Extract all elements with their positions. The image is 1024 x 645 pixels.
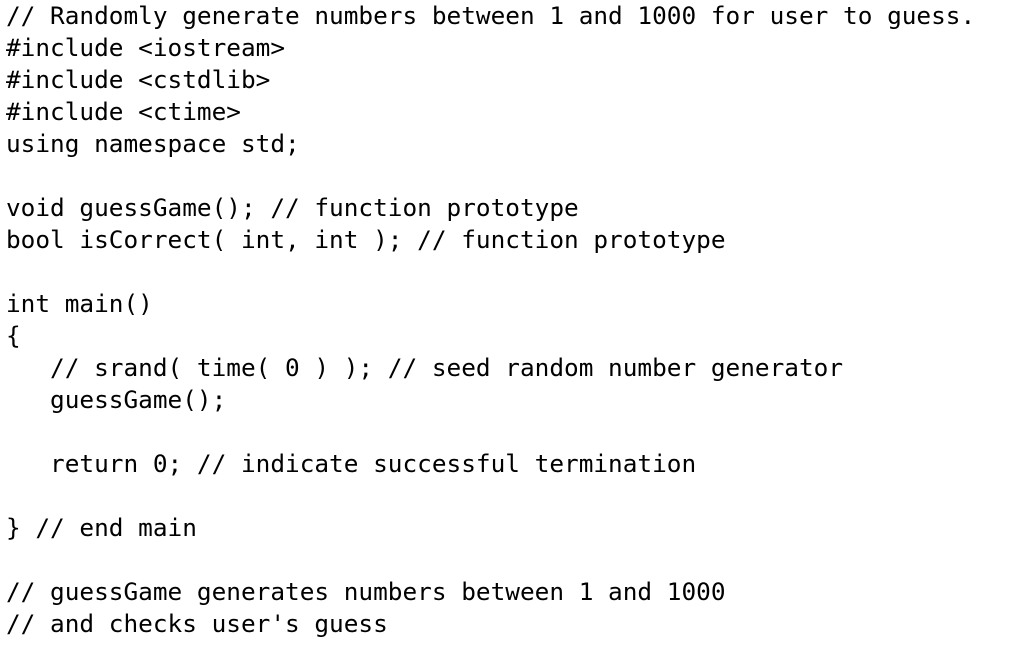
code-line: { — [6, 321, 21, 350]
code-line: } // end main — [6, 513, 197, 542]
code-line: #include <ctime> — [6, 97, 241, 126]
code-line: #include <cstdlib> — [6, 65, 271, 94]
code-line: int main() — [6, 289, 153, 318]
code-line: bool isCorrect( int, int ); // function … — [6, 225, 726, 254]
code-line: // guessGame generates numbers between 1… — [6, 577, 726, 606]
code-line: // srand( time( 0 ) ); // seed random nu… — [6, 353, 844, 382]
code-line: // and checks user's guess — [6, 609, 388, 638]
code-line: // Randomly generate numbers between 1 a… — [6, 1, 976, 30]
code-line: #include <iostream> — [6, 33, 286, 62]
code-line: return 0; // indicate successful termina… — [6, 449, 697, 478]
code-listing: // Randomly generate numbers between 1 a… — [0, 0, 1024, 640]
code-line: void guessGame(); // function prototype — [6, 193, 579, 222]
code-line: using namespace std; — [6, 129, 300, 158]
code-line: guessGame(); — [6, 385, 227, 414]
